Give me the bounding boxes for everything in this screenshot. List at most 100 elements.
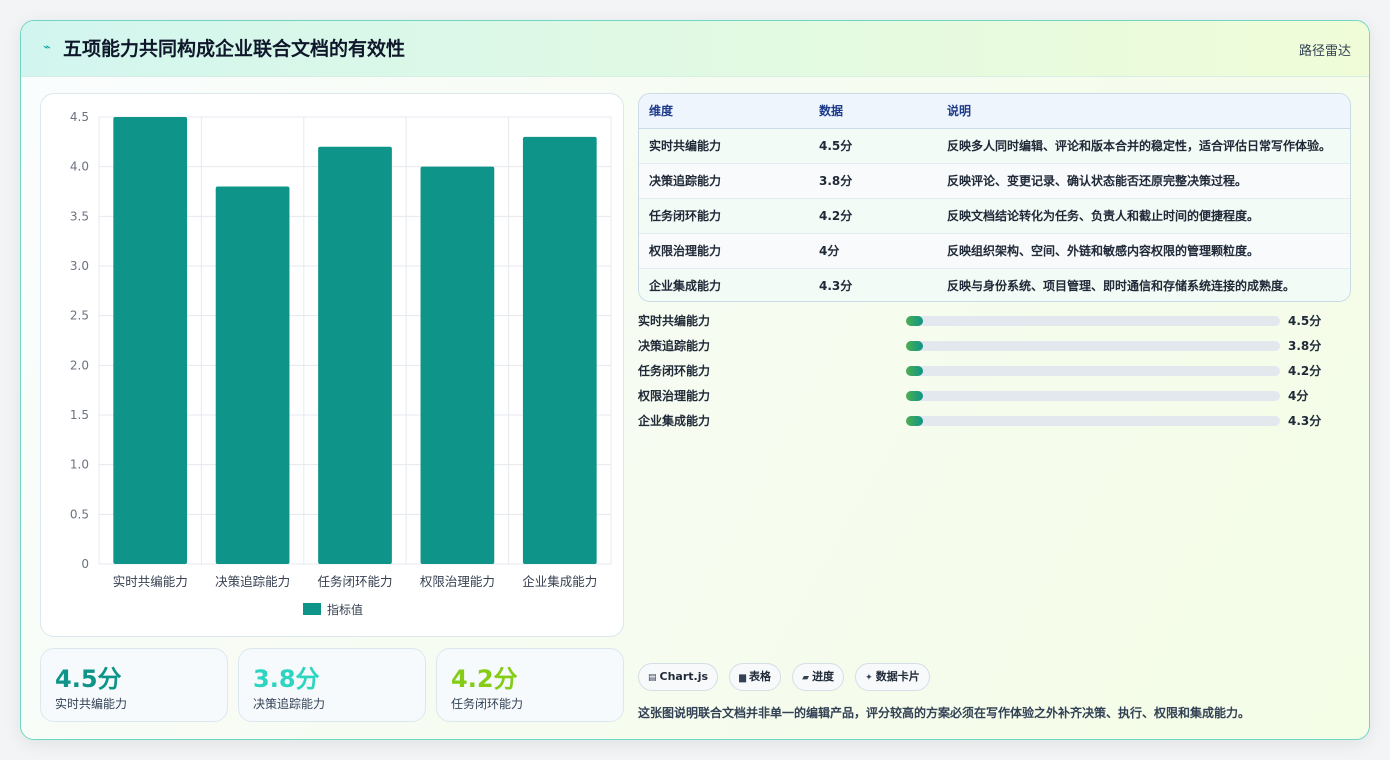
kpi-card-1: 3.8分 决策追踪能力 (238, 648, 426, 722)
table-cell: 4.3分 (809, 268, 937, 301)
kpi-label: 任务闭环能力 (451, 697, 524, 711)
kpi-value: 4.5分 (55, 665, 122, 693)
table-cell: 决策追踪能力 (639, 163, 809, 199)
kpi-value: 3.8分 (253, 665, 320, 693)
x-tick-label: 任务闭环能力 (317, 574, 392, 589)
table-cell: 实时共编能力 (639, 128, 809, 164)
progress-track (906, 341, 1280, 351)
x-tick-label: 企业集成能力 (522, 574, 597, 589)
progress-fill (906, 416, 923, 426)
data-table: 维度 数据 说明 实时共编能力 4.5分 反映多人同时编辑、评论和版本合并的稳定… (638, 93, 1351, 302)
x-tick-label: 决策追踪能力 (215, 574, 290, 589)
progress-list: 实时共编能力 4.5分 决策追踪能力 3.8分 任务闭环能力 4.2分 权限治理… (638, 313, 1351, 438)
table-cell: 反映文档结论转化为任务、负责人和截止时间的便捷程度。 (937, 198, 1350, 234)
progress-track (906, 416, 1280, 426)
progress-icon: ▰ (802, 673, 810, 683)
table-cell: 3.8分 (809, 163, 937, 199)
table-cell: 反映评论、变更记录、确认状态能否还原完整决策过程。 (937, 163, 1350, 199)
sparkle-icon: ⌁ (43, 40, 51, 55)
bar (318, 146, 392, 565)
progress-fill (906, 341, 923, 351)
chart-icon: ▤ (648, 673, 657, 683)
chip-progress[interactable]: ▰ 进度 (792, 663, 845, 691)
chip-label: Chart.js (659, 670, 709, 683)
y-tick-label: 2.5 (70, 309, 89, 323)
table-cell: 权限治理能力 (639, 233, 809, 269)
table-row: 任务闭环能力 4.2分 反映文档结论转化为任务、负责人和截止时间的便捷程度。 (639, 198, 1350, 234)
bar (215, 186, 290, 564)
progress-value: 4.3分 (1288, 414, 1322, 428)
y-tick-label: 1.5 (70, 408, 89, 422)
chip-table[interactable]: ▆ 表格 (729, 663, 782, 691)
table-row: 决策追踪能力 3.8分 反映评论、变更记录、确认状态能否还原完整决策过程。 (639, 163, 1350, 199)
legend-label: 指标值 (327, 602, 363, 617)
progress-label: 任务闭环能力 (638, 364, 711, 378)
table-cell: 4分 (809, 233, 937, 269)
progress-row: 权限治理能力 4分 (638, 388, 1351, 413)
table-cell: 企业集成能力 (639, 268, 809, 301)
progress-value: 4.2分 (1288, 364, 1322, 378)
bar (522, 136, 597, 564)
kpi-value: 4.2分 (451, 665, 518, 693)
y-tick-label: 2.0 (70, 358, 89, 372)
chip-data-card[interactable]: ✦ 数据卡片 (855, 663, 930, 691)
table-header-cell: 维度 (639, 94, 809, 129)
y-tick-label: 0 (81, 557, 89, 571)
bar-chart: 0 0.5 1.0 1.5 2.0 2.5 3.0 3.5 4.0 4.5 实时共编能力 决策追踪能力… (70, 110, 612, 617)
kpi-label: 决策追踪能力 (253, 697, 326, 711)
progress-label: 权限治理能力 (638, 389, 711, 403)
table-cell: 反映多人同时编辑、评论和版本合并的稳定性，适合评估日常写作体验。 (937, 128, 1350, 164)
progress-label: 企业集成能力 (638, 414, 711, 428)
chip-chartjs[interactable]: ▤ Chart.js (638, 663, 719, 691)
progress-track (906, 391, 1280, 401)
progress-label: 决策追踪能力 (638, 339, 711, 353)
progress-value: 4分 (1288, 389, 1309, 403)
table-cell: 4.5分 (809, 128, 937, 164)
table-cell: 反映与身份系统、项目管理、即时通信和存储系统连接的成熟度。 (937, 268, 1350, 301)
progress-row: 企业集成能力 4.3分 (638, 413, 1351, 438)
bar-chart-panel: 0 0.5 1.0 1.5 2.0 2.5 3.0 3.5 4.0 4.5 实时共编能力 决策追踪能力… (40, 93, 624, 637)
table-row: 权限治理能力 4分 反映组织架构、空间、外链和敏感内容权限的管理颗粒度。 (639, 233, 1350, 269)
main-card: ⌁ 五项能力共同构成企业联合文档的有效性 路径雷达 0 0.5 1.0 1.5 2.0 2… (20, 20, 1370, 740)
progress-fill (906, 391, 923, 401)
table-header-cell: 数据 (809, 94, 937, 129)
table-header-cell: 说明 (937, 94, 1350, 129)
y-tick-label: 4.5 (70, 110, 89, 124)
kpi-card-2: 4.2分 任务闭环能力 (436, 648, 624, 722)
header-tag: 路径雷达 (1298, 44, 1351, 59)
x-tick-label: 权限治理能力 (420, 574, 495, 589)
y-tick-label: 4.0 (70, 160, 89, 174)
progress-label: 实时共编能力 (638, 314, 711, 328)
bar (420, 166, 495, 564)
progress-track (906, 316, 1280, 326)
y-tick-label: 3.5 (70, 209, 89, 223)
progress-value: 3.8分 (1288, 339, 1322, 353)
header: ⌁ 五项能力共同构成企业联合文档的有效性 路径雷达 (21, 21, 1369, 77)
chip-row: ▤ Chart.js ▆ 表格 ▰ 进度 ✦ 数据卡片 (638, 663, 936, 691)
table-header-row: 维度 数据 说明 (639, 94, 1350, 129)
bar (113, 117, 188, 564)
progress-track (906, 366, 1280, 376)
y-tick-label: 1.0 (70, 458, 89, 472)
chip-label: 进度 (812, 670, 835, 683)
table-row: 实时共编能力 4.5分 反映多人同时编辑、评论和版本合并的稳定性，适合评估日常写… (639, 128, 1350, 164)
table-icon: ▆ (739, 673, 747, 683)
progress-value: 4.5分 (1288, 314, 1322, 328)
table-row: 企业集成能力 4.3分 反映与身份系统、项目管理、即时通信和存储系统连接的成熟度… (639, 268, 1350, 301)
legend-swatch (303, 603, 321, 615)
progress-row: 实时共编能力 4.5分 (638, 313, 1351, 338)
table-cell: 反映组织架构、空间、外链和敏感内容权限的管理颗粒度。 (937, 233, 1350, 269)
table-cell: 4.2分 (809, 198, 937, 234)
progress-row: 任务闭环能力 4.2分 (638, 363, 1351, 388)
chip-label: 表格 (749, 670, 772, 683)
footer-note: 这张图说明联合文档并非单一的编辑产品，评分较高的方案必须在写作体验之外补齐决策、… (638, 706, 1251, 720)
chip-label: 数据卡片 (875, 670, 920, 683)
y-tick-label: 0.5 (70, 507, 89, 521)
progress-row: 决策追踪能力 3.8分 (638, 338, 1351, 363)
page-title: 五项能力共同构成企业联合文档的有效性 (63, 38, 406, 60)
progress-fill (906, 316, 923, 326)
progress-fill (906, 366, 923, 376)
kpi-card-0: 4.5分 实时共编能力 (40, 648, 228, 722)
table-cell: 任务闭环能力 (639, 198, 809, 234)
kpi-label: 实时共编能力 (55, 697, 128, 711)
